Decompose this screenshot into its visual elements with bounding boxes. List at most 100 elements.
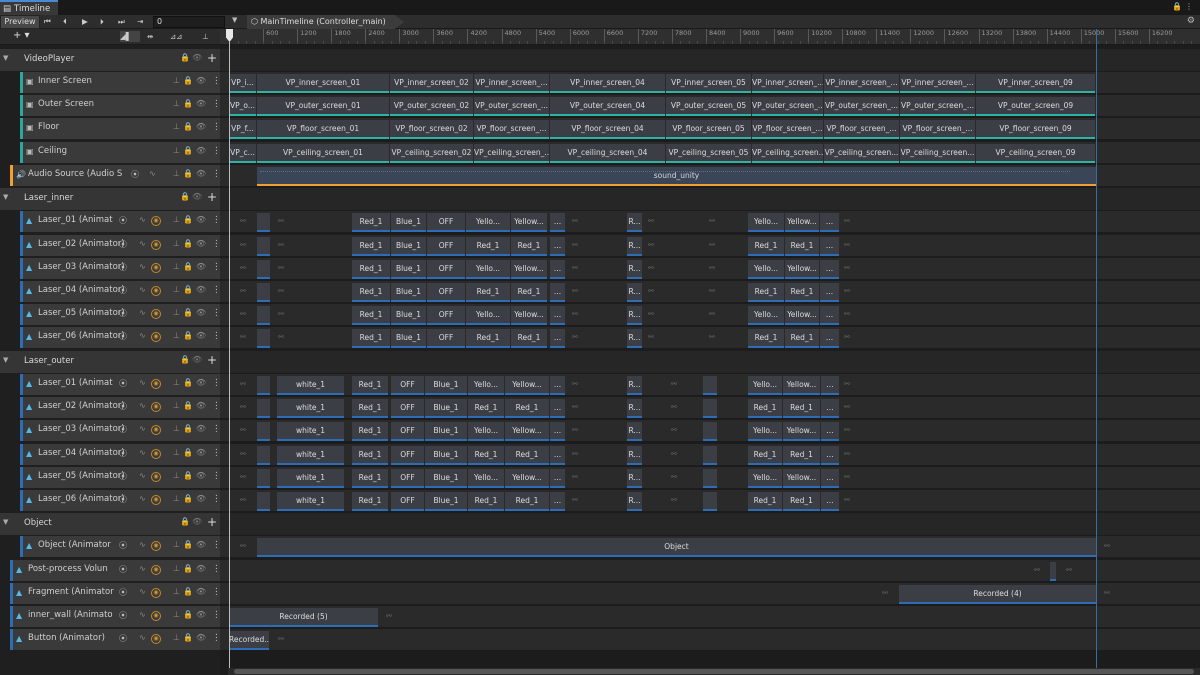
animation-clip[interactable]: Red_1 [511,329,547,348]
track-menu-icon[interactable]: ⋮ [212,633,220,643]
curves-icon[interactable]: ∿ [139,448,146,457]
animation-clip[interactable]: Red_1 [748,237,784,256]
video-clip[interactable]: VP_inner_screen_04 [550,74,665,93]
track-header-inner_screen[interactable]: ▣ Inner Screen ⊥🔒👁 ⋮ [20,72,220,93]
animation-clip[interactable] [257,446,270,465]
record-button[interactable]: ◉ [151,263,161,273]
animation-clip[interactable]: Blue_1 [425,469,467,488]
add-track-plus-icon[interactable]: + [207,353,217,367]
animation-clip[interactable]: ... [821,469,839,488]
mute-lock-visibility-icons[interactable]: ⊥🔒👁 [173,285,209,294]
add-track-plus-icon[interactable]: + [207,190,217,204]
animation-clip[interactable] [257,376,270,395]
animation-clip[interactable]: Blue_1 [425,422,467,441]
track-menu-icon[interactable]: ⋮ [212,285,220,295]
video-clip[interactable]: VP_f... [229,120,256,139]
animation-clip[interactable]: Recorded (4) [899,585,1096,604]
record-button[interactable]: ◉ [151,425,161,435]
track-menu-icon[interactable]: ⋮ [212,76,220,86]
target-picker-icon[interactable]: ⦿ [119,378,127,389]
animation-clip[interactable]: Yello... [748,422,782,441]
animation-clip[interactable]: OFF [427,329,465,348]
animation-clip[interactable]: R... [627,283,642,302]
animation-clip[interactable]: Yello... [466,260,510,279]
animation-clip[interactable] [257,329,270,348]
video-clip[interactable]: VP_c... [229,144,256,163]
curves-icon[interactable]: ∿ [139,331,146,340]
animation-clip[interactable]: ... [820,306,839,325]
video-clip[interactable]: VP_ceiling_screen_02 [390,144,473,163]
mute-lock-visibility-icons[interactable]: ⊥🔒👁 [173,401,209,410]
curves-icon[interactable]: ∿ [139,401,146,410]
animation-clip[interactable]: Yello... [748,469,782,488]
go-to-start-icon[interactable]: ⏮ [44,17,51,27]
mute-lock-visibility-icons[interactable]: ⊥🔒👁 [173,494,209,503]
animation-clip[interactable]: ... [550,237,565,256]
track-menu-icon[interactable]: ⋮ [212,378,220,388]
track-header-floor[interactable]: ▣ Floor ⊥🔒👁 ⋮ [20,118,220,139]
track-menu-icon[interactable]: ⋮ [212,99,220,109]
animation-clip[interactable]: ... [550,260,565,279]
mute-lock-visibility-icons[interactable]: ⊥🔒👁 [173,99,209,108]
record-button[interactable]: ◉ [151,286,161,296]
animation-clip[interactable]: white_1 [277,469,344,488]
animation-clip[interactable]: Red_1 [785,329,819,348]
animation-clip[interactable]: Red_1 [783,446,820,465]
track-header-button[interactable]: ▲ Button (Animator) ⦿ ∿ ◉ ⊥🔒👁 ⋮ [10,629,220,650]
time-ruler[interactable]: 600 1200 1800 2400 3000 3600 4200 4800 5400 6000 6… [220,29,1200,45]
track-header-li4[interactable]: ▲ Laser_04 (Animator) ⦿ ∿ ◉ ⊥🔒👁 ⋮ [20,281,220,302]
animation-clip[interactable]: OFF [391,469,424,488]
track-menu-icon[interactable]: ⋮ [212,262,220,272]
target-picker-icon[interactable]: ⦿ [119,564,127,575]
animation-clip[interactable]: Red_1 [352,237,390,256]
animation-clip[interactable]: Red_1 [748,399,782,418]
video-clip[interactable]: VP_i... [229,74,256,93]
animation-clip[interactable]: ... [550,492,565,511]
target-picker-icon[interactable]: ⦿ [119,401,127,412]
animation-clip[interactable]: Red_1 [785,283,819,302]
record-button[interactable]: ◉ [151,309,161,319]
animation-clip[interactable]: Red_1 [466,329,510,348]
animation-clip[interactable]: Blue_1 [425,376,467,395]
animation-clip[interactable] [257,399,270,418]
record-button[interactable]: ◉ [151,332,161,342]
animation-clip[interactable]: ... [820,260,839,279]
add-track-plus-icon[interactable]: + [207,515,217,529]
animation-clip[interactable]: Red_1 [783,399,820,418]
track-menu-icon[interactable]: ⋮ [212,146,220,156]
animation-clip[interactable]: Yello... [748,213,784,232]
target-picker-icon[interactable]: ⦿ [119,494,127,505]
animation-clip[interactable]: R... [627,306,642,325]
animation-clip[interactable]: ... [821,446,839,465]
video-clip[interactable]: VP_inner_screen_... [824,74,899,93]
curves-icon[interactable]: ∿ [139,285,146,294]
target-picker-icon[interactable]: ⦿ [119,424,127,435]
animation-clip[interactable]: Red_1 [748,329,784,348]
curves-icon[interactable]: ∿ [139,564,146,573]
video-clip[interactable]: VP_outer_screen_... [474,97,549,116]
curves-icon[interactable]: ∿ [139,610,146,619]
current-frame-field[interactable]: 0 [153,16,225,28]
animation-clip[interactable]: Red_1 [352,422,388,441]
curves-icon[interactable]: ∿ [139,494,146,503]
animation-clip[interactable]: Object [257,538,1096,557]
record-button[interactable]: ◉ [151,588,161,598]
track-group-laser_outer[interactable]: ▼ Laser_outer 🔒👁 + [0,351,220,373]
track-header-inner_wall[interactable]: ▲ inner_wall (Animato ⦿ ∿ ◉ ⊥🔒👁 ⋮ [10,606,220,627]
curves-icon[interactable]: ∿ [139,262,146,271]
animation-clip[interactable]: Yellow... [783,469,820,488]
animation-clip[interactable]: Yello... [466,306,510,325]
animation-clip[interactable]: Blue_1 [425,399,467,418]
animation-clip[interactable]: OFF [391,376,424,395]
animation-clip[interactable]: Red_1 [352,469,388,488]
animation-clip[interactable]: ... [550,446,565,465]
animation-clip[interactable]: Yellow... [783,376,820,395]
animation-clip[interactable]: OFF [427,306,465,325]
mute-lock-visibility-icons[interactable]: ⊥🔒👁 [173,378,209,387]
lock-visibility-icons[interactable]: 🔒👁 [180,192,204,201]
track-menu-icon[interactable]: ⋮ [212,215,220,225]
mute-lock-visibility-icons[interactable]: ⊥🔒👁 [173,262,209,271]
mute-lock-visibility-icons[interactable]: ⊥🔒👁 [173,331,209,340]
record-button[interactable]: ◉ [151,565,161,575]
animation-clip[interactable]: Blue_1 [391,237,426,256]
